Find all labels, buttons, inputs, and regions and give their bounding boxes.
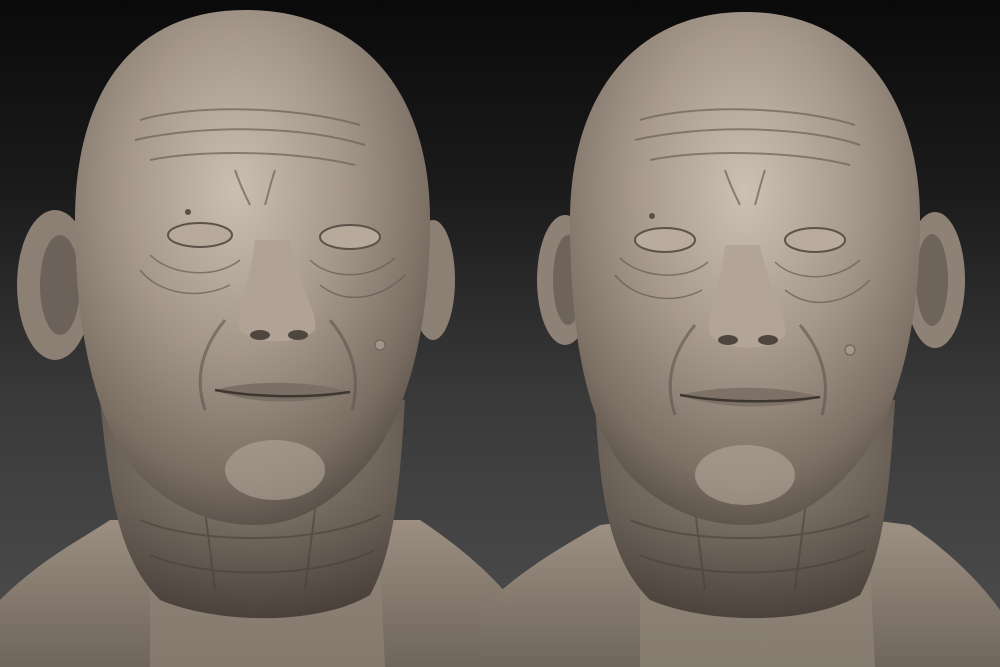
sculpt-viewport bbox=[0, 0, 1000, 667]
cheek-mole bbox=[374, 339, 386, 351]
right-eye bbox=[319, 224, 381, 250]
left-eye bbox=[634, 227, 696, 253]
cheek-mole bbox=[844, 344, 856, 356]
nostril-right bbox=[288, 330, 308, 340]
chin bbox=[695, 445, 795, 505]
nostril-left bbox=[718, 335, 738, 345]
brow-mole bbox=[649, 213, 655, 219]
nostril-left bbox=[250, 330, 270, 340]
head-sculpt-right-image bbox=[480, 12, 1000, 667]
head-sculpt-render-left bbox=[0, 0, 520, 667]
right-eye bbox=[784, 227, 846, 253]
left-eye bbox=[167, 222, 233, 248]
brow-mole bbox=[185, 209, 191, 215]
left-ear-inner bbox=[40, 235, 80, 335]
head-sculpt-render-right bbox=[480, 0, 1000, 667]
nostril-right bbox=[758, 335, 778, 345]
head-sculpt-left-image bbox=[0, 10, 520, 667]
right-ear-inner bbox=[916, 234, 948, 326]
chin bbox=[225, 440, 325, 500]
